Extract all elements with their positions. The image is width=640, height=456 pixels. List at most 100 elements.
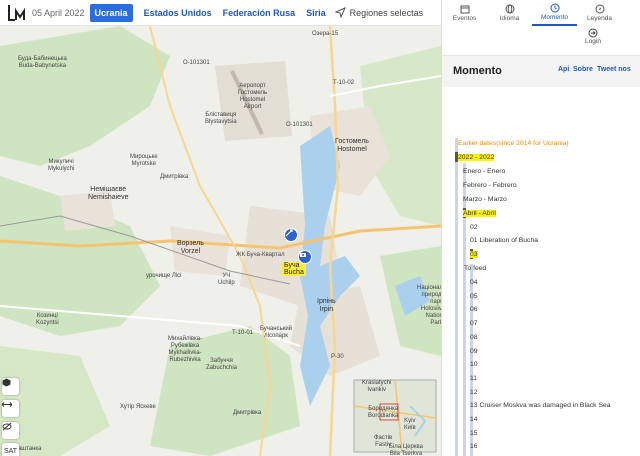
timeline-day[interactable]: 02 <box>470 224 478 231</box>
nav-siria[interactable]: Siria <box>306 8 326 18</box>
map-label: Ворзель Vorzel <box>177 240 204 255</box>
globe-icon <box>505 4 514 14</box>
timeline-month[interactable]: Enero - Enero <box>463 168 505 175</box>
timeline-bar-month <box>463 163 466 456</box>
arrows-icon <box>2 402 12 407</box>
timeline-day[interactable]: 03 <box>470 251 478 258</box>
map-label: Т-10-02 <box>333 80 355 86</box>
map-label: Ірпінь Irpin <box>317 298 336 313</box>
sword-icon <box>285 229 293 237</box>
timeline-day[interactable]: 13 Cruiser Moskva was damaged in Black S… <box>470 402 611 409</box>
panel-tabs: Eventos Idioma Momento Leyenda <box>442 0 640 26</box>
side-panel: Eventos Idioma Momento Leyenda Login Mom… <box>441 0 640 456</box>
nav-estados-unidos[interactable]: Estados Unidos <box>144 8 212 18</box>
timeline-year[interactable]: 2022 - 2022 <box>458 154 495 161</box>
map-label: Р-30 <box>331 354 344 360</box>
timeline-day[interactable]: 15 <box>470 430 478 437</box>
map-view[interactable]: Буда-Бабинецька Buda-Babynetska Озера-15 … <box>0 26 441 456</box>
timeline-day[interactable]: 10 <box>470 361 478 368</box>
timeline-bar-year <box>455 138 458 456</box>
map-label: Бучанський лісопарк <box>260 326 293 339</box>
timeline-day[interactable]: To feed <box>464 265 486 272</box>
tab-label: Idioma <box>499 15 520 22</box>
login-button[interactable]: Login <box>583 28 603 45</box>
tab-eventos[interactable]: Eventos <box>442 0 487 26</box>
map-label: Немішаєве Nemishaieve <box>88 186 129 201</box>
measure-tool[interactable] <box>2 400 19 417</box>
login-icon <box>588 28 598 38</box>
timeline: Earlier dates(since 2014 for Ucrania) 20… <box>455 136 640 456</box>
tab-idioma[interactable]: Idioma <box>487 0 532 26</box>
tweet-link[interactable]: Tweet nos <box>597 66 631 73</box>
tab-momento[interactable]: Momento <box>532 0 577 26</box>
timeline-day[interactable]: 01 Liberation of Bucha <box>470 237 538 244</box>
clock-icon <box>550 3 559 13</box>
hexagon-tool[interactable] <box>2 378 19 395</box>
map-label: Козинці Kozyntsi <box>36 313 59 326</box>
app-root: 05 April 2022 Ucrania Estados Unidos Fed… <box>0 0 640 456</box>
visibility-toggle[interactable] <box>2 422 19 439</box>
timeline-day[interactable]: 09 <box>470 348 478 355</box>
timeline-day[interactable]: 14 <box>470 416 478 423</box>
regions-label: Regiones selectas <box>349 7 424 18</box>
nav-ucrania[interactable]: Ucrania <box>89 3 133 22</box>
timeline-day[interactable]: 11 <box>470 375 477 382</box>
timeline-month[interactable]: Abril - Abril <box>463 210 496 217</box>
tab-label: Eventos <box>452 15 477 22</box>
map-label: Михайлівка- Рубежівка Mykhailivka- Rubezhiv… <box>168 336 203 363</box>
map-label: Дмитрівка <box>233 410 262 416</box>
timeline-day[interactable]: 08 <box>470 334 478 341</box>
nav-federacion-rusa[interactable]: Federación Rusa <box>223 8 296 18</box>
map-label: Микуличі Mykulychi <box>48 159 75 172</box>
login-label: Login <box>585 38 601 45</box>
timeline-day[interactable]: 07 <box>470 320 478 327</box>
event-marker-sword-icon[interactable] <box>284 228 298 242</box>
panel-title: Momento <box>453 65 502 77</box>
tab-label: Leyenda <box>587 15 612 22</box>
tab-label: Momento <box>540 14 569 21</box>
map-label: О-101301 <box>286 122 313 128</box>
map-label-bucha[interactable]: Буча Bucha <box>282 262 306 276</box>
map-label: О-101301 <box>183 60 210 66</box>
timeline-day[interactable]: 12 <box>470 389 478 396</box>
map-label: Мироцьке Myrotske <box>130 154 158 167</box>
map-label: Хутір Яскеве <box>120 404 156 410</box>
map-label: Дмитрівка <box>160 174 189 180</box>
logo-icon[interactable] <box>6 2 28 24</box>
event-marker-camera-icon[interactable] <box>298 250 312 264</box>
events-icon <box>460 5 469 14</box>
regions-select[interactable]: Regiones selectas <box>334 7 424 18</box>
compass-icon <box>595 4 604 14</box>
top-bar: 05 April 2022 Ucrania Estados Unidos Fed… <box>0 0 441 26</box>
map-label: Krasiatychi Ivankiv <box>362 380 392 393</box>
map-label: Буда-Бабинецька Buda-Babynetska <box>18 56 67 69</box>
map-label: ЖК Буча-Квартал <box>236 252 285 258</box>
timeline-day[interactable]: 05 <box>470 293 478 300</box>
timeline-day[interactable]: 16 <box>470 443 478 450</box>
satellite-toggle[interactable]: SAT <box>2 443 19 456</box>
api-link[interactable]: Api <box>558 66 569 73</box>
timeline-day[interactable]: 04 <box>470 279 478 286</box>
no-eye-icon <box>2 422 12 431</box>
map-label: Бліставиця Blystavytsia <box>205 112 237 125</box>
map-label: НаціональнийприроднийпаркHolosiivskyiNat… <box>417 285 441 326</box>
map-label: Забуччя Zabuchchia <box>206 358 238 371</box>
map-label: Озера-15 <box>312 31 339 37</box>
map-label: Біла Церква Bila Tserkva <box>389 444 423 456</box>
timeline-month[interactable]: Marzo - Marzo <box>463 196 507 203</box>
map-label: УЧ Uchilp <box>218 273 235 286</box>
current-date[interactable]: 05 April 2022 <box>32 8 85 18</box>
timeline-day[interactable]: 06 <box>470 306 478 313</box>
timeline-earlier[interactable]: Earlier dates(since 2014 for Ucrania) <box>458 140 569 147</box>
sobre-link[interactable]: Sobre <box>573 66 593 73</box>
map-label: Бородянка Borodianka <box>368 406 399 419</box>
timeline-month[interactable]: Febrero - Febrero <box>463 182 517 189</box>
camera-icon <box>300 253 306 257</box>
map-label: Kyiv Київ <box>404 418 416 431</box>
map-label: Т-10-01 <box>232 330 254 336</box>
panel-header: Momento Api Sobre Tweet nos <box>442 55 640 87</box>
hexagon-icon <box>2 378 11 387</box>
map-label: Аеропорт Гостомель Hostomel Airport <box>238 83 268 110</box>
navigation-arrow-icon <box>334 7 346 18</box>
tab-leyenda[interactable]: Leyenda <box>577 0 622 26</box>
